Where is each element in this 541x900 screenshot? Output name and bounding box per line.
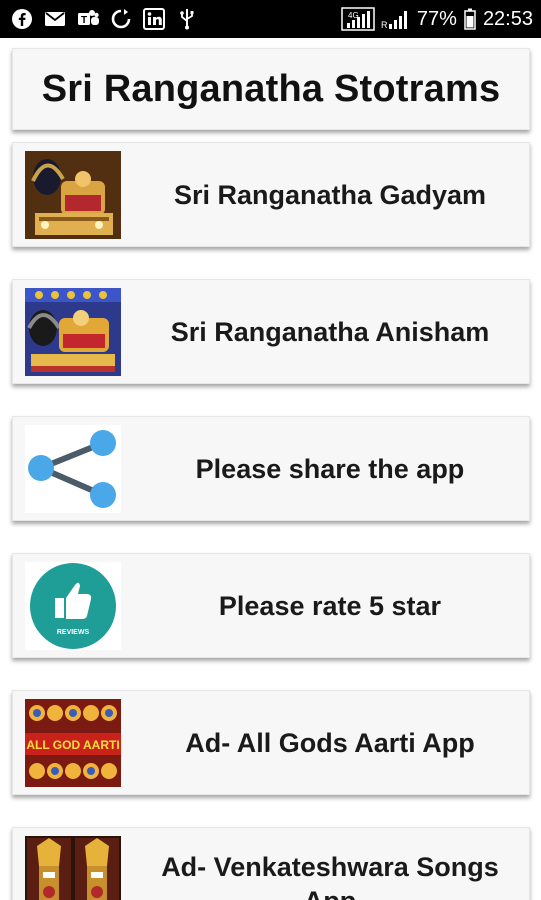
- page-title: Sri Ranganatha Stotrams: [41, 67, 501, 110]
- list-item-ranganatha-anisham[interactable]: Sri Ranganatha Anisham: [12, 279, 530, 384]
- status-bar: T 4G R 77% 22:53: [0, 0, 541, 38]
- battery-percent: 77%: [416, 8, 457, 30]
- list-item-ad-venkateshwara-songs[interactable]: Ad- Venkateshwara Songs App: [12, 827, 530, 900]
- sync-icon: [109, 7, 133, 31]
- reviews-thumbs-up-icon: REVIEWS: [25, 562, 121, 650]
- list-item-share-app[interactable]: Please share the app: [12, 416, 530, 521]
- item-label: Ad- All Gods Aarti App: [185, 727, 475, 758]
- svg-text:R: R: [381, 20, 388, 30]
- aarti-caption: ALL GOD AARTI: [26, 738, 119, 752]
- deity-image-1: [25, 151, 121, 239]
- clock: 22:53: [482, 8, 533, 30]
- teams-icon: T: [76, 7, 100, 31]
- deity-image-2: [25, 288, 121, 376]
- battery-icon: [463, 7, 477, 31]
- item-label: Please rate 5 star: [218, 590, 442, 621]
- list-item-rate-app[interactable]: REVIEWS Please rate 5 star: [12, 553, 530, 658]
- venkateshwara-image: [25, 836, 121, 900]
- system-status: 4G R 77% 22:53: [341, 7, 533, 31]
- svg-text:T: T: [81, 15, 87, 26]
- mail-icon: [43, 7, 67, 31]
- reviews-caption: REVIEWS: [57, 629, 90, 636]
- list-item-ad-all-gods-aarti[interactable]: ALL GOD AARTI Ad- All Gods Aarti App: [12, 690, 530, 795]
- linkedin-icon: [142, 7, 166, 31]
- usb-icon: [175, 7, 199, 31]
- signal-icon: R: [381, 7, 411, 31]
- notification-icons: T: [10, 7, 199, 31]
- item-label: Sri Ranganatha Gadyam: [173, 179, 487, 210]
- title-card: Sri Ranganatha Stotrams: [12, 48, 530, 130]
- item-label: Sri Ranganatha Anisham: [170, 316, 490, 347]
- main-content: Sri Ranganatha Stotrams Sri Ranganatha G…: [0, 38, 541, 900]
- share-icon: [25, 425, 121, 513]
- item-label: Please share the app: [195, 453, 465, 484]
- all-god-aarti-image: ALL GOD AARTI: [25, 699, 121, 787]
- list-item-ranganatha-gadyam[interactable]: Sri Ranganatha Gadyam: [12, 142, 530, 247]
- facebook-icon: [10, 7, 34, 31]
- signal-4g-icon: 4G: [341, 7, 375, 31]
- item-label: Ad- Venkateshwara Songs App: [161, 852, 499, 900]
